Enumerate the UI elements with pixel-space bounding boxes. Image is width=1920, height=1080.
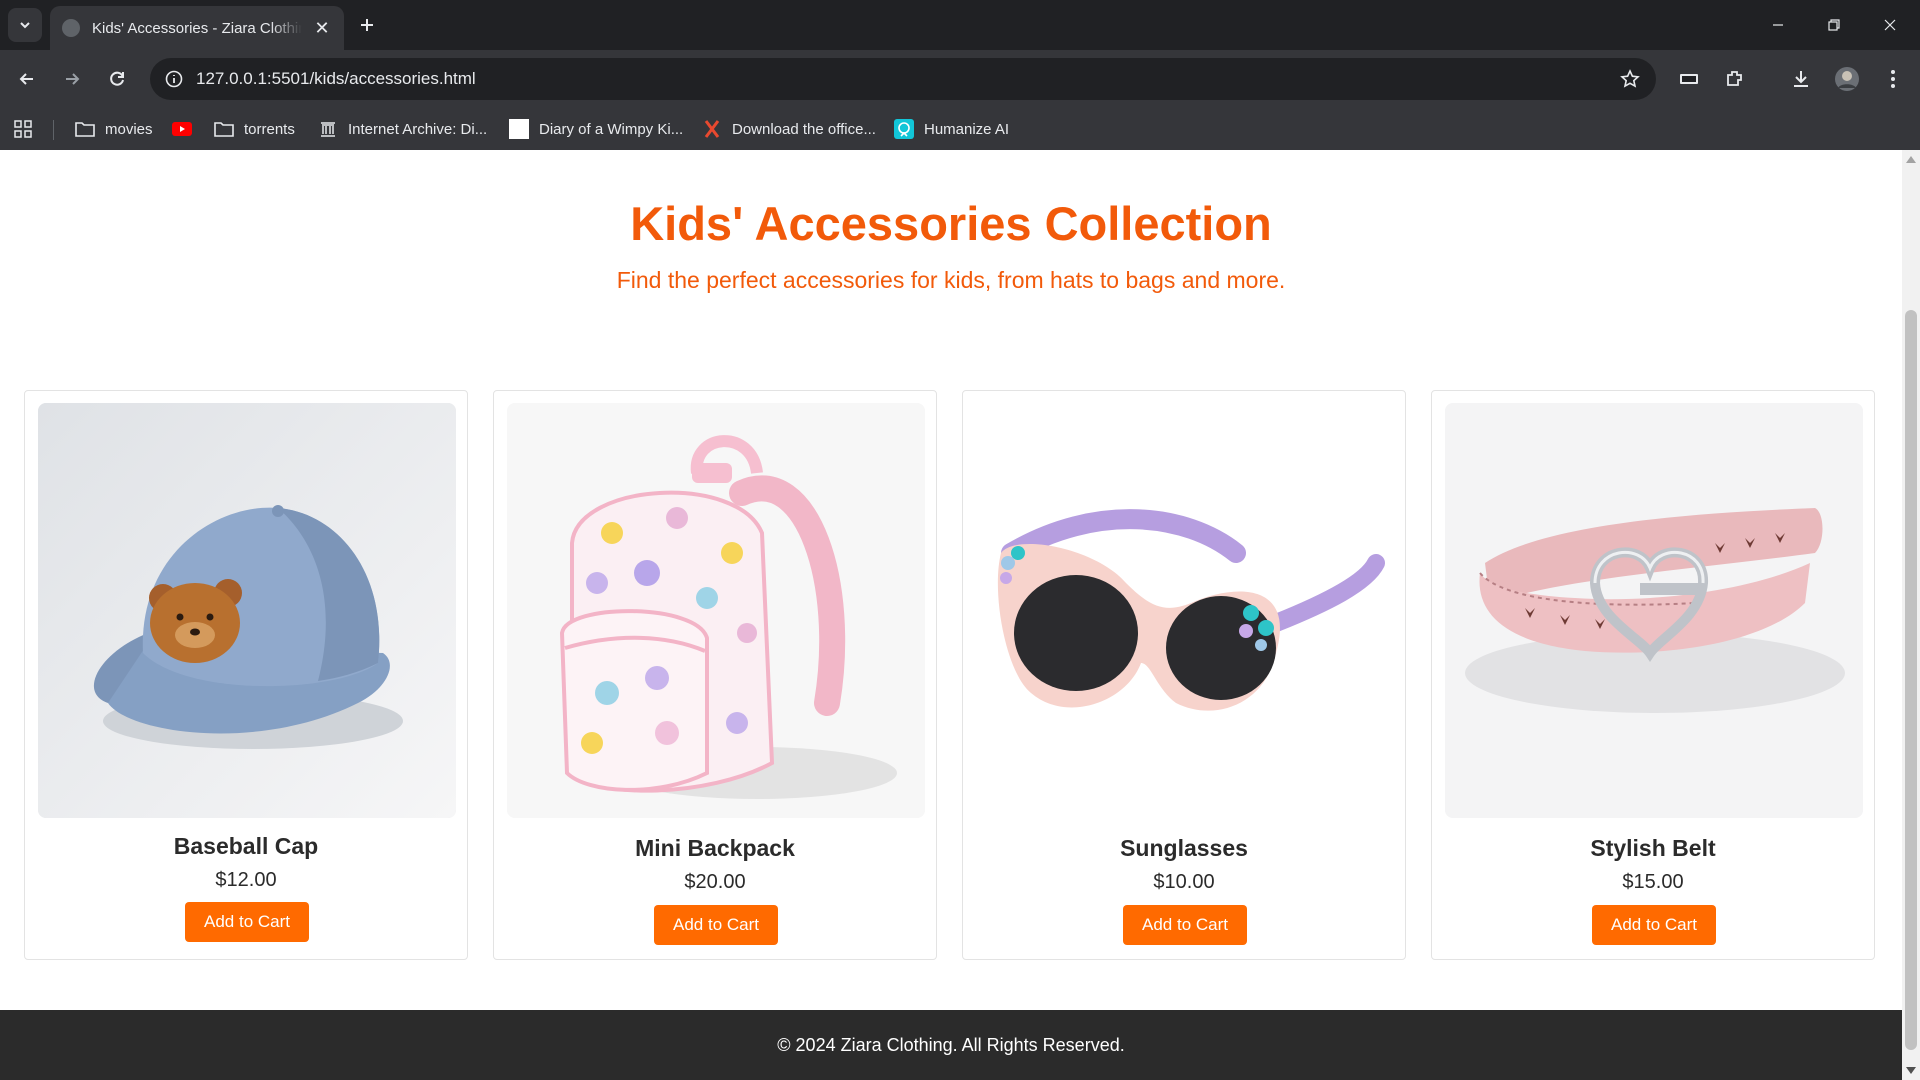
bookmark-humanize-ai[interactable]: Humanize AI xyxy=(894,118,1009,140)
close-tab-icon[interactable]: ✕ xyxy=(312,18,332,39)
product-grid: Baseball Cap $12.00 Add to Cart Mini Bac… xyxy=(24,390,1878,960)
bookmark-label: torrents xyxy=(244,120,295,138)
site-info-icon[interactable] xyxy=(162,67,186,91)
product-price: $10.00 xyxy=(1153,871,1215,893)
url-text: 127.0.0.1:5501/kids/accessories.html xyxy=(196,69,476,88)
chevron-down-icon xyxy=(20,22,30,29)
browser-tab[interactable]: Kids' Accessories - Ziara Clothing ✕ xyxy=(50,6,344,50)
youtube-icon xyxy=(172,119,192,139)
product-image-mini-backpack xyxy=(507,403,925,818)
bookmark-youtube[interactable] xyxy=(172,118,202,140)
page-header: Kids' Accessories Collection Find the pe… xyxy=(0,150,1902,294)
product-price: $20.00 xyxy=(684,871,746,893)
restore-icon xyxy=(1828,19,1840,31)
product-price: $15.00 xyxy=(1622,871,1684,893)
footer-copyright: © 2024 Ziara Clothing. All Rights Reserv… xyxy=(777,1034,1125,1055)
bookmark-label: Diary of a Wimpy Ki... xyxy=(539,120,684,138)
back-button[interactable] xyxy=(10,62,44,96)
product-image-stylish-belt xyxy=(1445,403,1863,818)
plus-icon xyxy=(361,19,373,31)
page-subtitle: Find the perfect accessories for kids, f… xyxy=(616,267,1286,293)
close-window-button[interactable] xyxy=(1862,0,1918,50)
tab-title: Kids' Accessories - Ziara Clothing xyxy=(92,19,302,37)
profile-avatar[interactable] xyxy=(1830,62,1864,96)
bookmark-torrents[interactable]: torrents xyxy=(214,118,295,140)
product-card: Baseball Cap $12.00 Add to Cart xyxy=(24,390,468,960)
archive-icon xyxy=(318,119,338,139)
forward-button[interactable] xyxy=(55,62,89,96)
product-card: Sunglasses $10.00 Add to Cart xyxy=(962,390,1406,960)
tab-bar: Kids' Accessories - Ziara Clothing ✕ xyxy=(0,0,1920,50)
tab-search-button[interactable] xyxy=(8,8,42,42)
product-name: Stylish Belt xyxy=(1590,835,1716,861)
product-price: $12.00 xyxy=(215,869,277,891)
product-name: Baseball Cap xyxy=(173,833,319,859)
add-to-cart-button[interactable]: Add to Cart xyxy=(1592,905,1716,945)
bookmarks-bar: movies torrents Internet Archive: Di... … xyxy=(0,108,1920,150)
product-name: Mini Backpack xyxy=(635,835,795,861)
bookmark-movies[interactable]: movies xyxy=(75,118,153,140)
add-to-cart-button[interactable]: Add to Cart xyxy=(654,905,778,945)
minimize-icon xyxy=(1773,24,1783,26)
restore-button[interactable] xyxy=(1806,0,1862,50)
bookmark-label: Internet Archive: Di... xyxy=(348,120,488,138)
bookmark-star-icon[interactable] xyxy=(1618,67,1642,91)
reload-button[interactable] xyxy=(100,62,134,96)
browser-toolbar: 127.0.0.1:5501/kids/accessories.html xyxy=(0,50,1920,108)
bookmark-label: movies xyxy=(105,120,153,138)
product-card: Stylish Belt $15.00 Add to Cart xyxy=(1431,390,1875,960)
bookmark-wimpy-kid[interactable]: Diary of a Wimpy Ki... xyxy=(509,118,683,140)
product-card: Mini Backpack $20.00 Add to Cart xyxy=(493,390,937,960)
bookmark-office[interactable]: Download the office... xyxy=(702,118,876,140)
product-name: Sunglasses xyxy=(1120,835,1248,861)
bookmark-label: Download the office... xyxy=(732,120,876,138)
product-image-baseball-cap xyxy=(38,403,456,818)
bookmark-label: Humanize AI xyxy=(924,120,1010,138)
x-logo-icon xyxy=(702,119,722,139)
reload-icon xyxy=(110,71,124,86)
bookmarks-divider xyxy=(53,120,54,140)
humanize-icon xyxy=(894,119,914,139)
apps-grid-icon[interactable] xyxy=(14,118,32,140)
menu-kebab-icon[interactable] xyxy=(1876,62,1910,96)
bookmark-internet-archive[interactable]: Internet Archive: Di... xyxy=(318,118,487,140)
page-footer: © 2024 Ziara Clothing. All Rights Reserv… xyxy=(0,1010,1902,1080)
media-icon[interactable] xyxy=(1672,62,1706,96)
scroll-up-arrow-icon[interactable] xyxy=(1906,156,1916,163)
page-title: Kids' Accessories Collection xyxy=(630,197,1272,250)
scroll-down-arrow-icon[interactable] xyxy=(1906,1067,1916,1074)
download-icon[interactable] xyxy=(1784,62,1818,96)
page-viewport: Kids' Accessories Collection Find the pe… xyxy=(0,150,1902,1080)
arrow-right-icon xyxy=(66,73,80,85)
page-icon xyxy=(509,119,529,139)
close-icon xyxy=(1884,19,1896,31)
arrow-left-icon xyxy=(19,73,33,85)
folder-icon xyxy=(75,119,95,139)
add-to-cart-button[interactable]: Add to Cart xyxy=(185,902,309,942)
minimize-button[interactable] xyxy=(1750,0,1806,50)
scrollbar-thumb[interactable] xyxy=(1905,310,1917,1050)
folder-icon xyxy=(214,119,234,139)
page-scrollbar[interactable] xyxy=(1902,150,1920,1080)
add-to-cart-button[interactable]: Add to Cart xyxy=(1123,905,1247,945)
product-image-sunglasses xyxy=(976,403,1394,818)
globe-icon xyxy=(62,19,80,37)
new-tab-button[interactable] xyxy=(352,10,382,40)
address-bar[interactable]: 127.0.0.1:5501/kids/accessories.html xyxy=(150,58,1656,100)
extensions-icon[interactable] xyxy=(1718,62,1752,96)
